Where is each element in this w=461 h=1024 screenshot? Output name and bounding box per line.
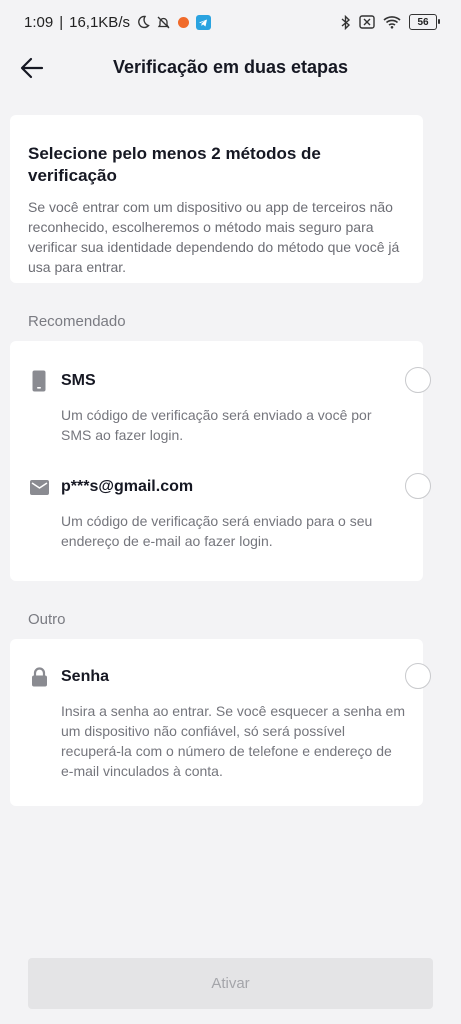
status-separator: | bbox=[59, 13, 64, 31]
bell-muted-icon bbox=[156, 15, 171, 30]
app-notification-icon bbox=[177, 16, 190, 29]
back-button[interactable] bbox=[14, 50, 50, 86]
intro-card: Selecione pelo menos 2 métodos de verifi… bbox=[10, 115, 423, 283]
option-sms-radio[interactable] bbox=[405, 367, 431, 393]
status-bar: 1:09 | 16,1KB/s 56 bbox=[0, 0, 461, 44]
option-sms-desc: Um código de verificação será enviado a … bbox=[61, 407, 372, 443]
option-password[interactable]: Senha Insira a senha ao entrar. Se você … bbox=[10, 663, 431, 781]
lock-icon bbox=[28, 666, 50, 688]
activate-button[interactable]: Ativar bbox=[28, 958, 433, 1009]
status-speed: 16,1KB/s bbox=[69, 13, 130, 31]
page-title: Verificação em duas etapas bbox=[112, 56, 349, 77]
option-email-title: p***s@gmail.com bbox=[61, 478, 194, 495]
arrow-left-icon bbox=[20, 57, 44, 79]
wifi-icon bbox=[383, 15, 401, 29]
header: Verificação em duas etapas bbox=[0, 44, 461, 90]
option-email-desc: Um código de verificação será enviado pa… bbox=[61, 513, 373, 549]
status-time: 1:09 bbox=[24, 13, 54, 31]
option-email[interactable]: p***s@gmail.com Um código de verificação… bbox=[10, 473, 431, 551]
battery-indicator: 56 bbox=[409, 14, 440, 30]
recommended-card: SMS Um código de verificação será enviad… bbox=[10, 341, 431, 581]
option-email-radio[interactable] bbox=[405, 473, 431, 499]
intro-text: Se você entrar com um dispositivo ou app… bbox=[28, 199, 400, 275]
telegram-icon bbox=[195, 14, 211, 30]
intro-title: Selecione pelo menos 2 métodos de verifi… bbox=[28, 144, 321, 185]
option-password-radio[interactable] bbox=[405, 663, 431, 689]
moon-icon bbox=[136, 15, 150, 29]
bluetooth-icon bbox=[341, 14, 351, 30]
option-password-desc: Insira a senha ao entrar. Se você esquec… bbox=[61, 703, 405, 779]
section-label-other: Outro bbox=[28, 611, 66, 628]
mail-icon bbox=[28, 476, 50, 498]
phone-icon bbox=[28, 370, 50, 392]
option-password-title: Senha bbox=[61, 668, 110, 685]
no-sim-icon bbox=[359, 15, 375, 29]
section-label-recommended: Recomendado bbox=[28, 313, 126, 330]
option-sms-title: SMS bbox=[61, 372, 96, 389]
option-sms[interactable]: SMS Um código de verificação será enviad… bbox=[10, 367, 431, 445]
other-card: Senha Insira a senha ao entrar. Se você … bbox=[10, 639, 431, 806]
